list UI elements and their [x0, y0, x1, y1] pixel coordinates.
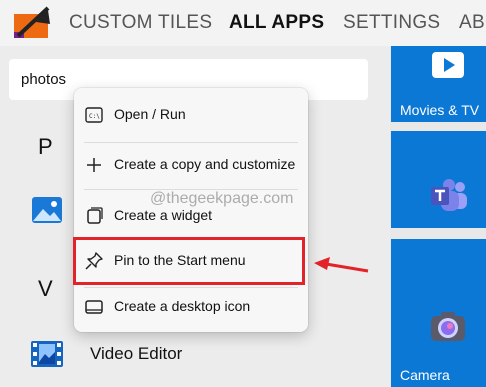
tile-camera[interactable]: Camera	[391, 239, 486, 387]
tab-custom-tiles[interactable]: CUSTOM TILES	[69, 12, 212, 34]
tile-movies-tv-label: Movies & TV	[400, 102, 480, 118]
menu-item-label: Create a widget	[114, 207, 213, 223]
red-arrow-icon	[314, 257, 369, 273]
highlight-box	[73, 237, 305, 285]
plus-icon	[87, 158, 101, 172]
menu-item-create-copy[interactable]: Create a copy and customize	[74, 145, 308, 185]
video-editor-label[interactable]: Video Editor	[90, 344, 182, 364]
tile-teams[interactable]	[391, 131, 486, 228]
svg-text:C:\: C:\	[89, 113, 100, 120]
app-logo-icon	[14, 6, 50, 38]
menu-item-create-desktop-icon[interactable]: Create a desktop icon	[74, 287, 308, 327]
tab-settings[interactable]: SETTINGS	[343, 12, 440, 34]
menu-item-label: Open / Run	[114, 106, 186, 122]
tile-camera-label: Camera	[400, 367, 450, 383]
photos-app-icon[interactable]	[31, 195, 63, 225]
menu-divider	[84, 142, 298, 143]
group-header-p[interactable]: P	[38, 134, 53, 160]
camera-icon	[431, 312, 465, 341]
tab-all-apps[interactable]: ALL APPS	[229, 12, 324, 34]
context-menu: C:\ Open / Run Create a copy and customi…	[74, 88, 308, 332]
menu-item-open-run[interactable]: C:\ Open / Run	[74, 95, 308, 135]
group-header-v[interactable]: V	[38, 276, 53, 302]
teams-icon	[431, 179, 467, 211]
menu-item-label: Create a desktop icon	[114, 298, 251, 314]
desktop-icon	[85, 300, 103, 314]
widget-icon	[87, 207, 103, 224]
tile-movies-tv[interactable]: Movies & TV	[391, 46, 486, 122]
watermark-text: @thegeekpage.com	[150, 190, 294, 207]
play-icon	[432, 52, 464, 78]
command-prompt-icon: C:\	[85, 107, 103, 123]
menu-item-label: Create a copy and customize	[114, 156, 296, 172]
video-editor-icon[interactable]	[30, 340, 64, 368]
top-nav-bar: CUSTOM TILES ALL APPS SETTINGS ABO	[0, 0, 486, 46]
tab-about[interactable]: ABO	[459, 12, 486, 34]
